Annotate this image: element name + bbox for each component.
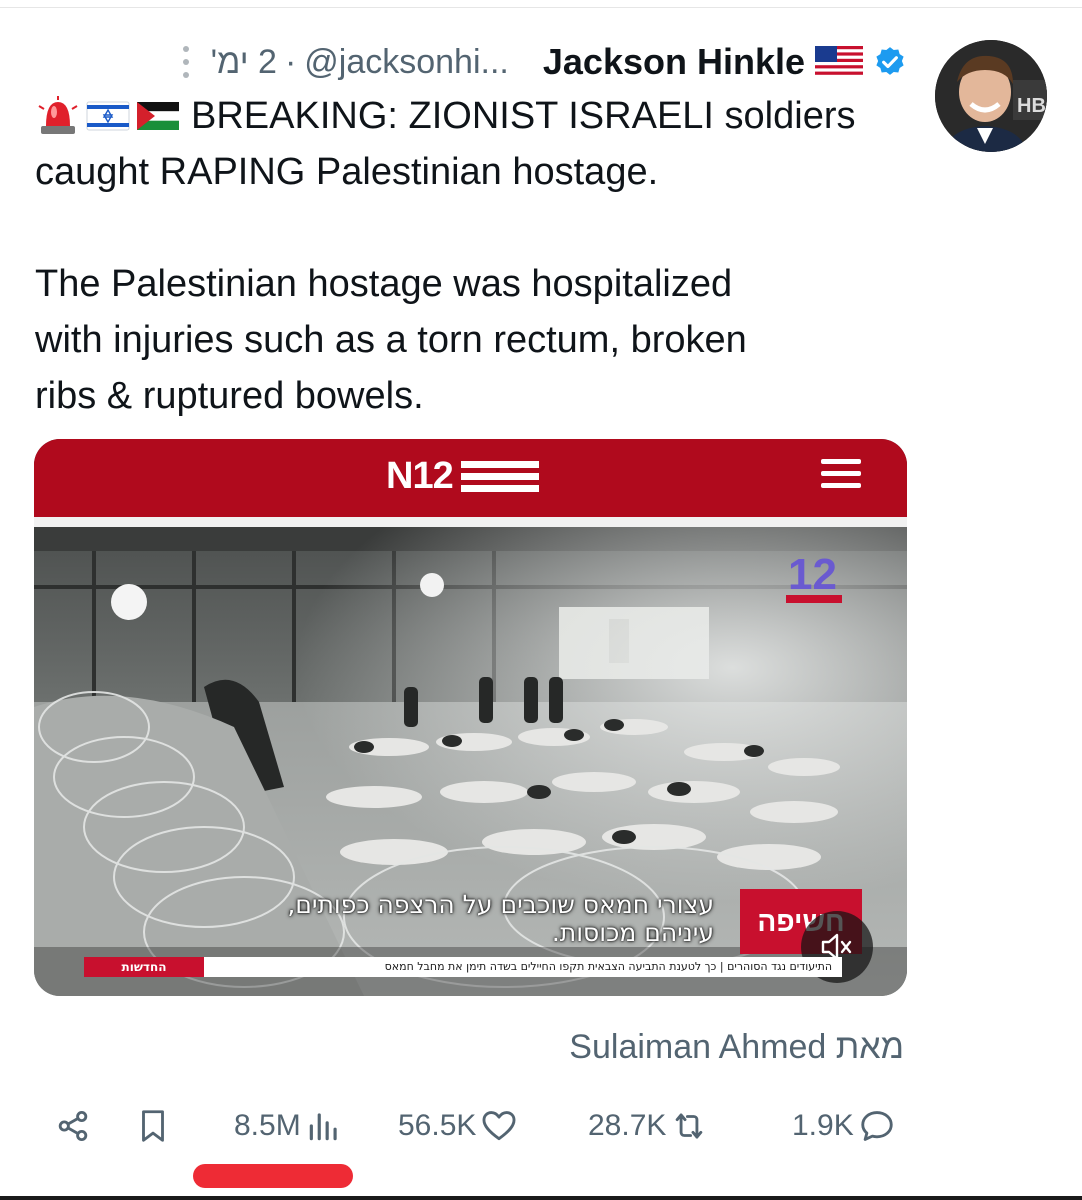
views-highlight-underline bbox=[193, 1164, 353, 1188]
share-button[interactable] bbox=[54, 1098, 92, 1154]
tweet-actions-bar: 8.5M 56.5K 28.7K 1.9K bbox=[0, 1098, 1082, 1154]
replies-count: 1.9K bbox=[792, 1109, 854, 1142]
svg-text:12: 12 bbox=[788, 550, 837, 599]
palestine-flag-emoji-icon bbox=[137, 102, 179, 130]
n12-header-bar: N12 bbox=[34, 439, 907, 517]
likes-count: 56.5K bbox=[398, 1109, 477, 1142]
retweets-count: 28.7K bbox=[588, 1109, 667, 1142]
tweet-media-video[interactable]: N12 12 עצורי חמאס שוכבים על הרצפה כפותים… bbox=[34, 439, 907, 996]
avatar-badge: HB bbox=[1017, 95, 1046, 117]
tweet-line: with injuries such as a torn rectum, bro… bbox=[35, 312, 915, 368]
views-button[interactable]: 8.5M bbox=[234, 1098, 343, 1154]
like-button[interactable]: 56.5K bbox=[398, 1098, 518, 1154]
author-avatar[interactable]: HB bbox=[935, 40, 1047, 152]
bottom-edge bbox=[0, 1196, 1082, 1200]
caption-line1: עצורי חמאס שוכבים על הרצפה כפותים, bbox=[287, 890, 714, 919]
ticker-logo: החדשות bbox=[84, 957, 204, 977]
media-divider-strip bbox=[34, 517, 907, 527]
police-light-emoji-icon bbox=[38, 96, 78, 134]
verified-badge-icon bbox=[876, 47, 904, 75]
tweet-line: ribs & ruptured bowels. bbox=[35, 368, 915, 424]
retweet-icon bbox=[676, 1113, 703, 1139]
views-chart-icon bbox=[309, 1113, 337, 1141]
author-handle[interactable]: @jacksonhi... bbox=[304, 43, 509, 82]
tweet-text-line3: The Palestinian hostage was hospitalized bbox=[35, 263, 733, 305]
bookmark-icon bbox=[142, 1110, 164, 1142]
bookmark-button[interactable] bbox=[134, 1098, 172, 1154]
tweet-text-line2: caught RAPING Palestinian hostage. bbox=[35, 151, 659, 193]
views-count: 8.5M bbox=[234, 1109, 301, 1142]
author-name[interactable]: Jackson Hinkle bbox=[543, 41, 805, 83]
avatar-photo: HB bbox=[935, 40, 1047, 152]
heart-icon bbox=[482, 1111, 516, 1141]
retweet-button[interactable]: 28.7K bbox=[588, 1098, 708, 1154]
media-credit[interactable]: מאת Sulaiman Ahmed bbox=[569, 1028, 904, 1067]
share-icon bbox=[58, 1110, 88, 1142]
tweet-body: BREAKING: ZIONIST ISRAELI soldiers caugh… bbox=[35, 88, 915, 424]
hamburger-menu-icon[interactable] bbox=[821, 459, 861, 488]
tweet-time[interactable]: 2 ימ' bbox=[211, 43, 277, 82]
top-divider bbox=[0, 0, 1082, 8]
channel-12-logo: 12 bbox=[784, 547, 844, 607]
tweet-text-line1: BREAKING: ZIONIST ISRAELI soldiers bbox=[191, 95, 856, 137]
n12-logo: N12 bbox=[386, 455, 539, 498]
n12-logo-text: N12 bbox=[386, 455, 454, 497]
tweet-line: The Palestinian hostage was hospitalized bbox=[35, 256, 915, 312]
us-flag-icon bbox=[815, 46, 863, 78]
separator-dot: · bbox=[284, 42, 297, 81]
tweet-header: 2 ימ' · @jacksonhi... Jackson Hinkle bbox=[182, 38, 907, 86]
reply-button[interactable]: 1.9K bbox=[792, 1098, 896, 1154]
tweet-line: caught RAPING Palestinian hostage. bbox=[35, 144, 915, 200]
tweet-text-line5: ribs & ruptured bowels. bbox=[35, 375, 424, 417]
more-options-icon[interactable] bbox=[182, 46, 189, 78]
video-caption: עצורי חמאס שוכבים על הרצפה כפותים, עיניה… bbox=[234, 891, 714, 947]
israel-flag-emoji-icon bbox=[86, 101, 130, 131]
reply-bubble-icon bbox=[861, 1111, 893, 1141]
tweet-text-line4: with injuries such as a torn rectum, bro… bbox=[35, 319, 747, 361]
tweet-line: BREAKING: ZIONIST ISRAELI soldiers bbox=[35, 88, 915, 144]
caption-line2: עיניהם מכוסות. bbox=[551, 918, 714, 947]
